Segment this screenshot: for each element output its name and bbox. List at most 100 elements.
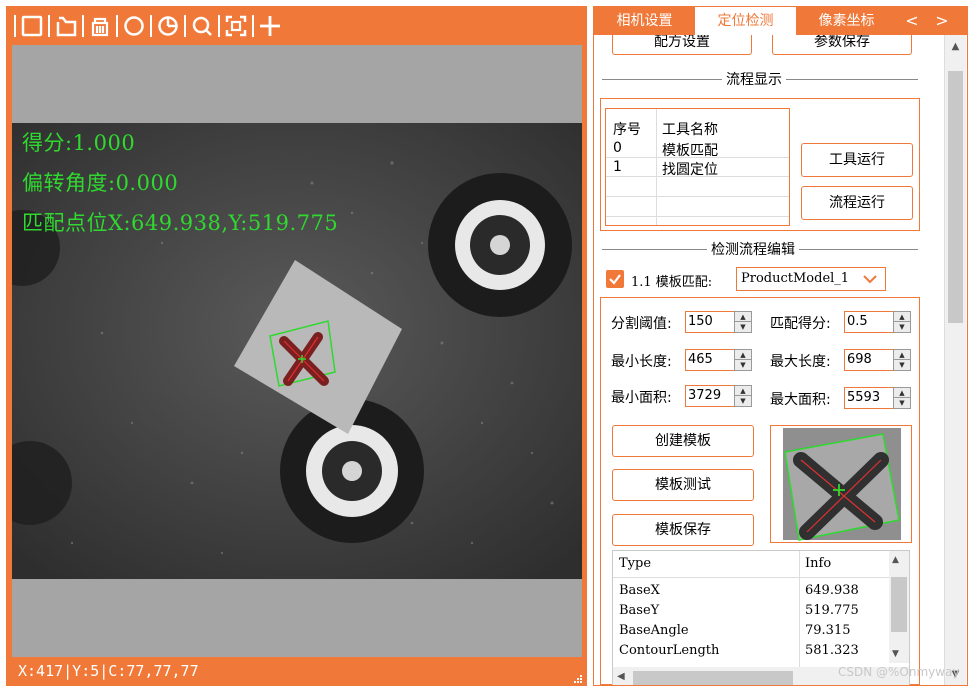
save-model-button[interactable]: 模板保存 [612, 514, 754, 546]
max-length-stepper[interactable]: ▲ ▼ [893, 349, 911, 371]
min-length-input[interactable]: 465 [685, 349, 735, 371]
threshold-stepper[interactable]: ▲ ▼ [734, 311, 752, 333]
fit-screen-icon[interactable] [221, 11, 251, 41]
create-model-button[interactable]: 创建模板 [612, 425, 754, 457]
grid-header-info: Info [805, 556, 832, 571]
recipe-settings-button[interactable]: 配方设置 [612, 35, 752, 55]
min-area-stepper[interactable]: ▲ ▼ [734, 385, 752, 407]
step-label: 1.1 模板匹配: [631, 275, 713, 290]
grid-header-type: Type [619, 556, 652, 571]
toolbar-separator [150, 15, 152, 37]
test-model-button[interactable]: 模板测试 [612, 469, 754, 501]
watermark: CSDN @%Onmyway [838, 665, 960, 679]
tab-pixel-coordinates[interactable]: 像素坐标 [796, 7, 897, 35]
step-enable-checkbox[interactable] [606, 270, 624, 288]
flow-row-name: 找圆定位 [662, 162, 718, 178]
scroll-up-icon[interactable]: ▲ [945, 41, 966, 52]
grid-cell-info: 649.938 [805, 583, 859, 598]
model-select-value: ProductModel_1 [741, 271, 850, 286]
rectangle-icon[interactable] [17, 11, 47, 41]
stepper-down-icon[interactable]: ▼ [894, 398, 910, 408]
max-area-label: 最大面积: [770, 392, 831, 408]
scroll-left-icon[interactable]: ◀ [617, 671, 625, 682]
tab-scroll-right-icon[interactable]: > [927, 7, 957, 35]
stepper-down-icon[interactable]: ▼ [894, 322, 910, 332]
tool-run-button[interactable]: 工具运行 [801, 143, 913, 177]
stepper-up-icon[interactable]: ▲ [735, 312, 751, 322]
max-length-label: 最大长度: [770, 354, 831, 370]
grid-cell-info: 581.323 [805, 643, 859, 658]
scroll-thumb[interactable] [891, 577, 907, 632]
flow-header-name: 工具名称 [662, 122, 718, 138]
image-canvas[interactable]: 得分:1.000 偏转角度:0.000 匹配点位X:649.938,Y:519.… [12, 45, 582, 657]
zoom-icon[interactable] [187, 11, 217, 41]
tab-bar: 相机设置 定位检测 像素坐标 < > [594, 7, 967, 35]
flow-row-index: 0 [613, 140, 622, 156]
save-params-button[interactable]: 参数保存 [772, 35, 912, 55]
scroll-up-icon[interactable]: ▲ [892, 555, 899, 565]
toolbar-separator [218, 15, 220, 37]
empty-row [606, 199, 789, 217]
stepper-down-icon[interactable]: ▼ [735, 360, 751, 370]
scroll-down-icon[interactable]: ▼ [892, 649, 899, 659]
stepper-up-icon[interactable]: ▲ [894, 388, 910, 398]
tab-locate-detect[interactable]: 定位检测 [695, 7, 796, 35]
min-area-label: 最小面积: [611, 390, 672, 406]
max-area-input[interactable]: 5593 [844, 387, 894, 409]
score-input[interactable]: 0.5 [844, 311, 894, 333]
resize-grip-icon[interactable] [573, 673, 583, 683]
min-area-input[interactable]: 3729 [685, 385, 735, 407]
stepper-down-icon[interactable]: ▼ [735, 322, 751, 332]
circle-icon[interactable] [119, 11, 149, 41]
tab-scroll-left-icon[interactable]: < [897, 7, 927, 35]
scroll-thumb[interactable] [633, 671, 793, 685]
score-stepper[interactable]: ▲ ▼ [893, 311, 911, 333]
min-length-stepper[interactable]: ▲ ▼ [734, 349, 752, 371]
settings-panel: 相机设置 定位检测 像素坐标 < > 配方设置 参数保存 流程显示 序号 工具名… [593, 6, 968, 686]
grid-cell-info: 519.775 [805, 603, 859, 618]
flow-row-name: 模板匹配 [662, 143, 718, 159]
locate-detect-content: 配方设置 参数保存 流程显示 序号 工具名称 0 模板匹配 1 找圆定位 工具运… [594, 35, 942, 685]
flow-run-button[interactable]: 流程运行 [801, 186, 913, 220]
grid-cell-type: BaseAngle [619, 623, 689, 638]
camera-image: 得分:1.000 偏转角度:0.000 匹配点位X:649.938,Y:519.… [12, 123, 582, 579]
scroll-thumb[interactable] [948, 71, 963, 323]
flow-table-header: 序号 工具名称 [606, 119, 789, 138]
image-viewer: 得分:1.000 偏转角度:0.000 匹配点位X:649.938,Y:519.… [6, 6, 587, 686]
grid-vertical-scrollbar[interactable]: ▲ ▼ [889, 551, 909, 663]
model-preview [770, 425, 912, 543]
crosshair-icon[interactable] [255, 11, 285, 41]
rotated-rectangle-icon[interactable] [51, 11, 81, 41]
panel-vertical-scrollbar[interactable]: ▲ ▼ [944, 35, 966, 685]
ring-icon[interactable] [85, 11, 115, 41]
stepper-up-icon[interactable]: ▲ [735, 350, 751, 360]
header-divider [613, 577, 889, 578]
score-label: 匹配得分: [770, 316, 831, 332]
position-overlay: 匹配点位X:649.938,Y:519.775 [22, 211, 339, 235]
flow-header-index: 序号 [613, 122, 641, 138]
stepper-down-icon[interactable]: ▼ [894, 360, 910, 370]
score-overlay: 得分:1.000 [22, 131, 136, 155]
stepper-up-icon[interactable]: ▲ [735, 386, 751, 396]
stepper-down-icon[interactable]: ▼ [735, 396, 751, 406]
table-row[interactable]: 1 找圆定位 [606, 159, 789, 178]
tab-camera-settings[interactable]: 相机设置 [594, 7, 695, 35]
stepper-up-icon[interactable]: ▲ [894, 350, 910, 360]
column-divider [799, 551, 800, 667]
toolbar-separator [14, 15, 16, 37]
toolbar-separator [82, 15, 84, 37]
table-row[interactable]: 0 模板匹配 [606, 140, 789, 159]
max-length-input[interactable]: 698 [844, 349, 894, 371]
flow-edit-title: 检测流程编辑 [707, 239, 799, 259]
pie-icon[interactable] [153, 11, 183, 41]
max-area-stepper[interactable]: ▲ ▼ [893, 387, 911, 409]
threshold-input[interactable]: 150 [685, 311, 735, 333]
flow-display-title: 流程显示 [722, 69, 786, 89]
grid-cell-type: BaseX [619, 583, 660, 598]
toolbar-separator [252, 15, 254, 37]
stepper-up-icon[interactable]: ▲ [894, 312, 910, 322]
min-length-label: 最小长度: [611, 354, 672, 370]
model-select[interactable]: ProductModel_1 [736, 267, 886, 291]
grid-cell-type: BaseY [619, 603, 660, 618]
flow-row-index: 1 [613, 159, 622, 175]
